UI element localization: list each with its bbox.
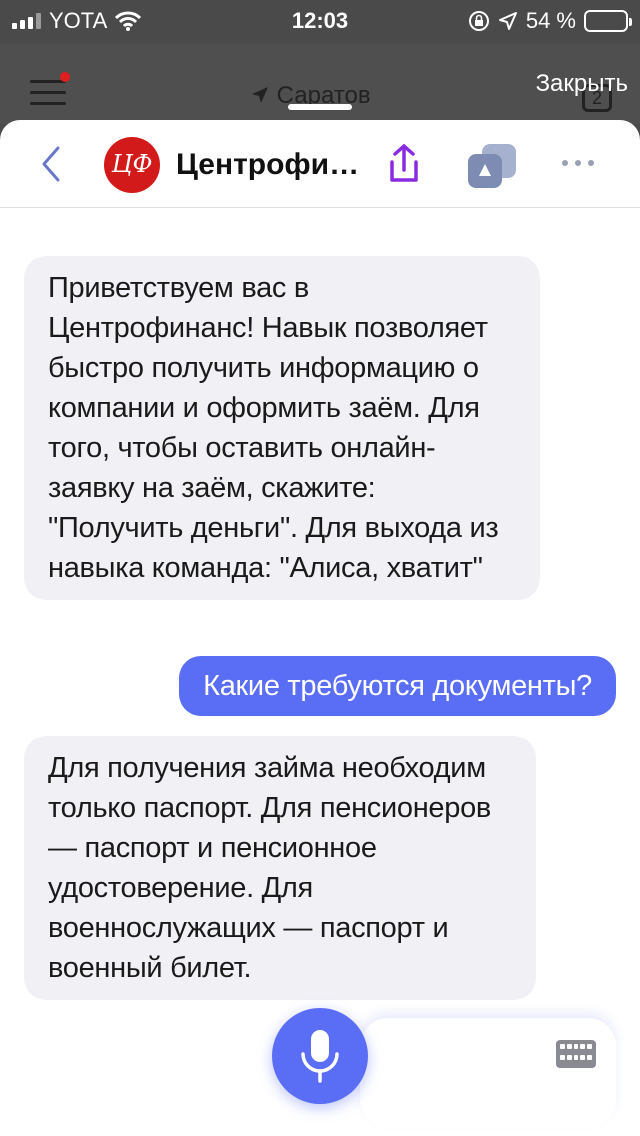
battery-percent: 54 % xyxy=(525,8,576,33)
notification-dot xyxy=(60,72,70,82)
user-message: Какие требуются документы? xyxy=(179,656,616,716)
microphone-icon xyxy=(301,1030,339,1083)
more-icon[interactable] xyxy=(562,160,594,166)
share-icon[interactable] xyxy=(382,142,426,186)
orientation-lock-icon xyxy=(468,11,489,31)
microphone-button[interactable] xyxy=(272,1008,368,1104)
skill-sheet: ЦФ Центрофинанс Приветствуем вас в Центр… xyxy=(0,120,640,1136)
status-bar: YOTA 12:03 54 % xyxy=(0,0,640,44)
menu-icon[interactable] xyxy=(30,72,70,113)
skill-header: ЦФ Центрофинанс xyxy=(0,120,640,208)
chevron-left-icon[interactable] xyxy=(36,144,66,184)
input-panel xyxy=(360,1018,616,1128)
browser-header: Саратов 2 Закрыть xyxy=(0,44,640,124)
location-arrow-icon xyxy=(252,87,268,103)
sheet-grabber[interactable] xyxy=(288,104,352,110)
bot-message: Для получения займа необходим только пас… xyxy=(24,736,536,1000)
skill-title: Центрофинанс xyxy=(176,148,366,181)
bot-message: Приветствуем вас в Центрофинанс! Навык п… xyxy=(24,256,540,600)
cards-icon[interactable] xyxy=(464,142,518,190)
location-arrow-icon xyxy=(498,12,517,30)
close-button[interactable]: Закрыть xyxy=(536,70,628,98)
battery-icon xyxy=(584,10,632,32)
keyboard-icon[interactable] xyxy=(556,1040,596,1068)
skill-logo: ЦФ xyxy=(104,137,160,193)
